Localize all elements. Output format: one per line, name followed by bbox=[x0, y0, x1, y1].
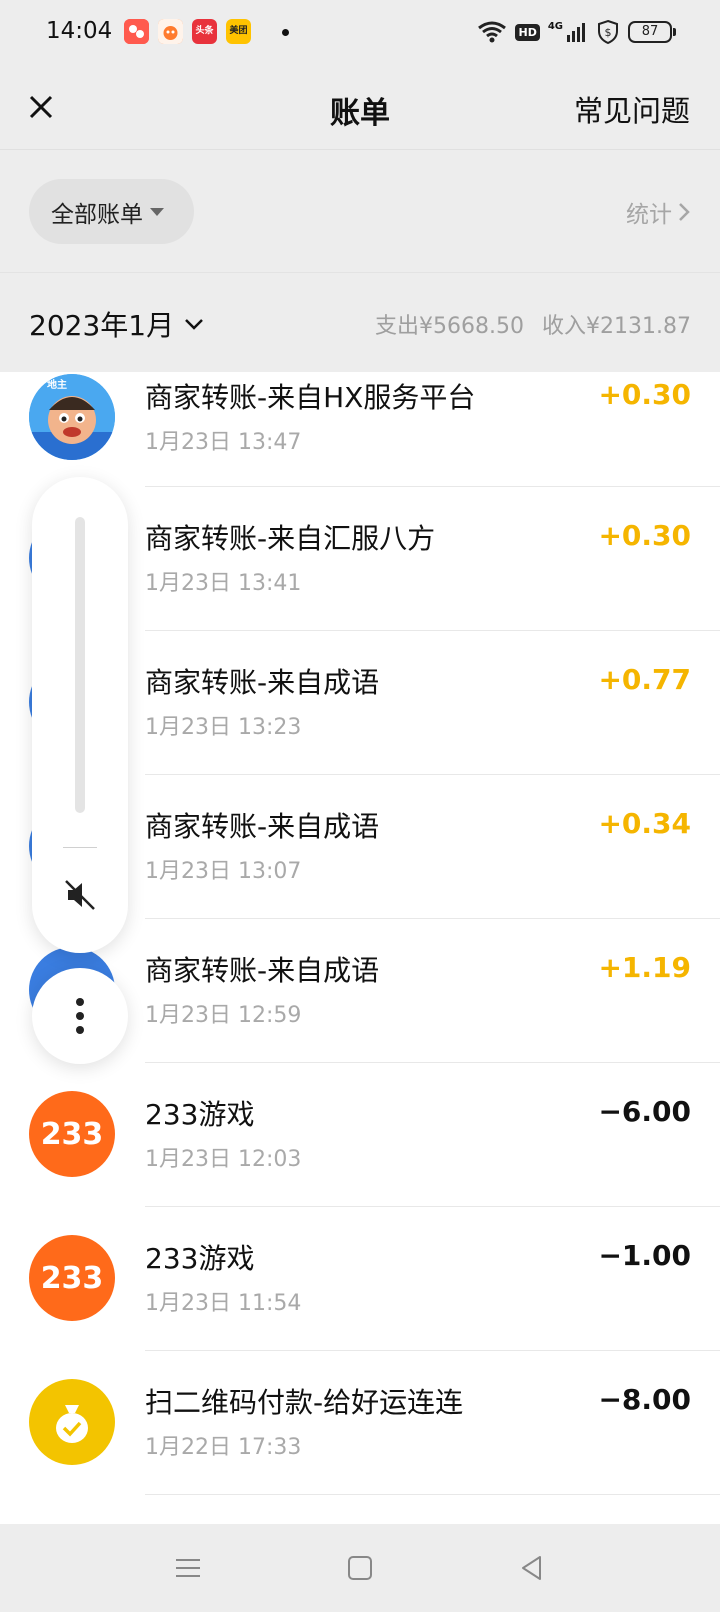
dropdown-triangle-icon bbox=[150, 207, 164, 216]
menu-icon[interactable] bbox=[166, 1546, 210, 1590]
transaction-title: 商家转账-来自成语 bbox=[145, 666, 380, 699]
svg-text:地主: 地主 bbox=[47, 378, 67, 391]
transaction-time: 1月23日 13:07 bbox=[145, 859, 302, 884]
transaction-time: 1月23日 13:41 bbox=[145, 571, 302, 596]
transaction-row[interactable]: 233 233游戏 1月23日 12:03 −6.00 bbox=[0, 1063, 720, 1207]
battery-indicator: 87 bbox=[628, 21, 676, 43]
transaction-time: 1月23日 13:47 bbox=[145, 430, 302, 455]
svg-text:$: $ bbox=[605, 26, 612, 39]
transaction-time: 1月23日 13:23 bbox=[145, 715, 302, 740]
transaction-title: 商家转账-来自成语 bbox=[145, 954, 380, 987]
more-options-button[interactable] bbox=[32, 968, 128, 1064]
filter-row: 全部账单 统计 bbox=[0, 151, 720, 273]
volume-panel[interactable] bbox=[32, 477, 128, 953]
transaction-amount: −8.00 bbox=[598, 1383, 691, 1416]
income-total: 收入¥2131.87 bbox=[542, 314, 691, 339]
status-bar: 14:04 头条 美团 HD 4G $ 87 bbox=[0, 0, 720, 64]
money-bag-avatar-icon bbox=[29, 1379, 115, 1465]
transaction-title: 商家转账-来自成语 bbox=[145, 810, 380, 843]
transaction-row[interactable]: 扫二维码付款-给好运连连 1月22日 17:33 −8.00 bbox=[0, 1351, 720, 1495]
transaction-row[interactable]: 233 233游戏 1月23日 11:54 −1.00 bbox=[0, 1207, 720, 1351]
mute-icon[interactable] bbox=[62, 877, 98, 913]
bill-filter-dropdown[interactable]: 全部账单 bbox=[29, 179, 194, 244]
volume-slider[interactable] bbox=[75, 517, 85, 813]
hd-badge: HD bbox=[515, 23, 540, 41]
wifi-icon bbox=[478, 21, 507, 43]
month-label: 2023年1月 bbox=[29, 309, 175, 342]
landlord-game-avatar-icon: 地主 bbox=[29, 374, 115, 460]
transaction-time: 1月23日 12:59 bbox=[145, 1003, 302, 1028]
nav-bar: 账单 常见问题 bbox=[0, 64, 720, 150]
month-summary-row: 2023年1月 支出¥5668.50 收入¥2131.87 bbox=[0, 274, 720, 372]
toutiao-app-icon: 头条 bbox=[192, 19, 217, 44]
transaction-title: 233游戏 bbox=[145, 1098, 255, 1131]
chevron-right-icon bbox=[679, 203, 690, 221]
transaction-amount: −6.00 bbox=[598, 1095, 691, 1128]
transaction-time: 1月22日 17:33 bbox=[145, 1435, 302, 1460]
pet-app-icon bbox=[158, 19, 183, 44]
camera-app-icon bbox=[124, 19, 149, 44]
chevron-down-icon bbox=[185, 319, 203, 330]
volume-divider bbox=[63, 847, 97, 848]
meituan-app-icon: 美团 bbox=[226, 19, 251, 44]
transaction-title: 商家转账-来自汇服八方 bbox=[145, 522, 436, 555]
transaction-row[interactable]: 地主 商家转账-来自HX服务平台 1月23日 13:47 +0.30 bbox=[0, 372, 720, 487]
transaction-amount: +0.34 bbox=[598, 807, 691, 840]
back-icon[interactable] bbox=[510, 1546, 554, 1590]
row-divider bbox=[145, 1494, 720, 1495]
transaction-title: 扫二维码付款-给好运连连 bbox=[145, 1386, 464, 1419]
transaction-time: 1月23日 11:54 bbox=[145, 1291, 302, 1316]
transaction-time: 1月23日 12:03 bbox=[145, 1147, 302, 1172]
stats-link[interactable]: 统计 bbox=[626, 195, 690, 229]
transaction-amount: +1.19 bbox=[598, 951, 691, 984]
signal-icon bbox=[567, 23, 585, 42]
system-nav-bar bbox=[0, 1524, 720, 1612]
transaction-amount: +0.30 bbox=[598, 519, 691, 552]
stats-label: 统计 bbox=[626, 202, 672, 228]
transaction-amount: −1.00 bbox=[598, 1239, 691, 1272]
game-233-avatar-icon: 233 bbox=[29, 1091, 115, 1177]
game-233-avatar-icon: 233 bbox=[29, 1235, 115, 1321]
transaction-title: 商家转账-来自HX服务平台 bbox=[145, 381, 476, 414]
faq-link[interactable]: 常见问题 bbox=[574, 88, 690, 130]
notification-dot bbox=[282, 29, 289, 36]
transaction-title: 233游戏 bbox=[145, 1242, 255, 1275]
shield-dollar-icon: $ bbox=[598, 19, 618, 45]
transaction-amount: +0.77 bbox=[598, 663, 691, 696]
status-indicators: HD 4G $ 87 bbox=[477, 18, 676, 46]
month-selector[interactable]: 2023年1月 bbox=[29, 304, 204, 344]
home-icon[interactable] bbox=[338, 1546, 382, 1590]
bill-filter-label: 全部账单 bbox=[51, 201, 143, 228]
network-type: 4G bbox=[548, 21, 588, 43]
transaction-amount: +0.30 bbox=[598, 378, 691, 411]
status-time: 14:04 bbox=[46, 18, 113, 44]
month-totals: 支出¥5668.50 收入¥2131.87 bbox=[375, 308, 691, 340]
expense-total: 支出¥5668.50 bbox=[375, 314, 525, 339]
more-vertical-icon bbox=[76, 998, 84, 1034]
